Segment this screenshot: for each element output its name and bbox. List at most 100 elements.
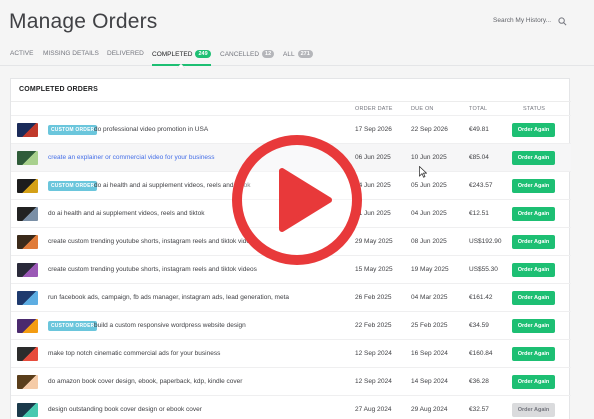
gig-thumbnail[interactable] (17, 263, 38, 277)
gig-title-link[interactable]: design outstanding book cover design or … (48, 406, 202, 413)
gig-thumbnail[interactable] (17, 235, 38, 249)
column-header: ORDER DATE (355, 106, 393, 112)
order-total: €160.84 (469, 350, 493, 357)
table-row[interactable]: CUSTOM ORDER build a custom responsive wo… (11, 311, 571, 339)
tab-label: DELIVERED (107, 50, 144, 57)
order-again-button[interactable]: Order Again (512, 123, 555, 137)
order-again-button[interactable]: Order Again (512, 235, 555, 249)
gig-thumbnail[interactable] (17, 123, 38, 137)
gig-title-link[interactable]: create an explainer or commercial video … (48, 154, 215, 161)
order-date: 12 Sep 2024 (355, 350, 392, 357)
gig-title-link[interactable]: build a custom responsive wordpress webs… (94, 322, 246, 329)
due-date: 04 Jun 2025 (411, 210, 447, 217)
order-again-button[interactable]: Order Again (512, 151, 555, 165)
due-date: 25 Feb 2025 (411, 322, 448, 329)
order-again-button[interactable]: Order Again (512, 375, 555, 389)
gig-title-link[interactable]: run facebook ads, campaign, fb ads manag… (48, 294, 289, 301)
page-header: Manage Orders Search My History... (0, 0, 594, 44)
due-date: 14 Sep 2024 (411, 378, 448, 385)
order-date: 17 Sep 2026 (355, 126, 392, 133)
tab-label: ACTIVE (10, 50, 34, 57)
gig-thumbnail[interactable] (17, 179, 38, 193)
order-total: €34.59 (469, 322, 489, 329)
column-header: TOTAL (469, 106, 488, 112)
gig-thumbnail[interactable] (17, 403, 38, 417)
order-total: €36.28 (469, 378, 489, 385)
count-badge: 249 (195, 50, 211, 58)
order-again-button[interactable]: Order Again (512, 403, 555, 417)
tab-cancelled[interactable]: CANCELLED 12 (220, 50, 275, 58)
order-again-button[interactable]: Order Again (512, 291, 555, 305)
gig-thumbnail[interactable] (17, 375, 38, 389)
count-badge: 271 (297, 50, 313, 58)
tab-label: COMPLETED (152, 50, 193, 58)
gig-thumbnail[interactable] (17, 207, 38, 221)
custom-order-tag: CUSTOM ORDER (48, 321, 98, 331)
order-again-button[interactable]: Order Again (512, 347, 555, 361)
count-badge: 12 (262, 50, 275, 58)
page-title: Manage Orders (9, 10, 158, 33)
table-row[interactable]: make top notch cinematic commercial ads … (11, 339, 571, 367)
gig-title-link[interactable]: do amazon book cover design, ebook, pape… (48, 378, 242, 385)
gig-thumbnail[interactable] (17, 347, 38, 361)
due-date: 16 Sep 2024 (411, 350, 448, 357)
order-total: €243.57 (469, 182, 493, 189)
order-total: US$192.90 (469, 238, 502, 245)
tab-active[interactable]: ACTIVE (10, 50, 33, 57)
due-date: 10 Jun 2025 (411, 154, 447, 161)
table-row[interactable]: do amazon book cover design, ebook, pape… (11, 367, 571, 395)
card-title: COMPLETED ORDERS (19, 86, 99, 93)
order-total: €85.04 (469, 154, 489, 161)
column-header: STATUS (523, 106, 546, 112)
order-date: 27 Aug 2024 (355, 406, 392, 413)
tab-completed[interactable]: COMPLETED 249 (152, 50, 211, 66)
tab-label: CANCELLED (220, 50, 260, 58)
gig-title-link[interactable]: do professional video promotion in USA (94, 126, 208, 133)
order-total: €49.81 (469, 126, 489, 133)
active-tab-caret-icon (177, 64, 185, 68)
order-date: 15 May 2025 (355, 266, 393, 273)
history-search[interactable]: Search My History... (489, 14, 567, 30)
gig-thumbnail[interactable] (17, 291, 38, 305)
table-row[interactable]: run facebook ads, campaign, fb ads manag… (11, 283, 571, 311)
order-again-button[interactable]: Order Again (512, 207, 555, 221)
order-date: 12 Sep 2024 (355, 378, 392, 385)
due-date: 22 Sep 2026 (411, 126, 448, 133)
order-date: 22 Feb 2025 (355, 322, 392, 329)
column-header: DUE ON (411, 106, 434, 112)
order-again-button[interactable]: Order Again (512, 179, 555, 193)
order-total: €32.57 (469, 406, 489, 413)
gig-title-link[interactable]: do ai health and ai supplement videos, r… (48, 210, 204, 217)
tab-label: ALL (283, 50, 295, 58)
gig-title-link[interactable]: create custom trending youtube shorts, i… (48, 238, 257, 245)
search-input[interactable]: Search My History... (493, 17, 551, 24)
order-again-button[interactable]: Order Again (512, 263, 555, 277)
order-status-tabs: ACTIVE MISSING DETAILS DELIVERED COMPLET… (0, 44, 594, 66)
tab-missing-details[interactable]: MISSING DETAILS (43, 50, 99, 57)
gig-title-link[interactable]: make top notch cinematic commercial ads … (48, 350, 220, 357)
search-icon[interactable] (558, 17, 567, 26)
order-total: US$55.30 (469, 266, 498, 273)
due-date: 04 Mar 2025 (411, 294, 448, 301)
play-button-icon[interactable] (232, 135, 362, 265)
gig-thumbnail[interactable] (17, 319, 38, 333)
due-date: 19 May 2025 (411, 266, 449, 273)
order-total: €12.51 (469, 210, 489, 217)
table-row[interactable]: design outstanding book cover design or … (11, 395, 571, 419)
tab-label: MISSING DETAILS (43, 50, 99, 57)
order-date: 26 Feb 2025 (355, 294, 392, 301)
mouse-cursor-icon (419, 166, 427, 178)
custom-order-tag: CUSTOM ORDER (48, 125, 98, 135)
order-again-button[interactable]: Order Again (512, 319, 555, 333)
custom-order-tag: CUSTOM ORDER (48, 181, 98, 191)
due-date: 29 Aug 2024 (411, 406, 448, 413)
gig-title-link[interactable]: create custom trending youtube shorts, i… (48, 266, 257, 273)
due-date: 08 Jun 2025 (411, 238, 447, 245)
gig-thumbnail[interactable] (17, 151, 38, 165)
gig-title-link[interactable]: do ai health and ai supplement videos, r… (94, 182, 250, 189)
tab-all[interactable]: ALL 271 (283, 50, 313, 58)
table-header: ORDER DATE DUE ON TOTAL STATUS (11, 101, 571, 115)
tab-delivered[interactable]: DELIVERED (107, 50, 144, 57)
due-date: 05 Jun 2025 (411, 182, 447, 189)
order-total: €161.42 (469, 294, 493, 301)
